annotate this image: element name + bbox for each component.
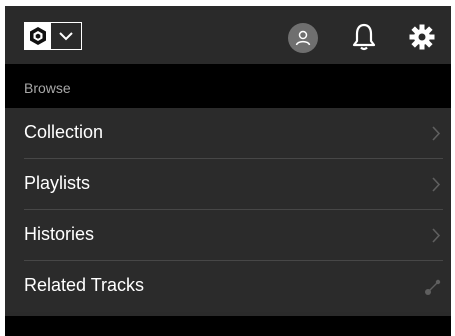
brand-logo-icon	[25, 23, 51, 49]
browse-item-collection[interactable]: Collection	[5, 108, 451, 159]
list-item-label: Histories	[24, 224, 95, 244]
browse-list: Collection Playlists Histories Related T…	[5, 108, 451, 312]
top-bar	[5, 6, 451, 64]
user-avatar-icon[interactable]	[288, 23, 318, 53]
related-link-icon	[425, 279, 441, 295]
browse-item-histories[interactable]: Histories	[5, 210, 451, 261]
list-item-label: Playlists	[24, 173, 91, 193]
gear-icon[interactable]	[409, 24, 435, 50]
chevron-down-icon	[51, 23, 81, 49]
app-frame: Browse Collection Playlists Histories Re…	[5, 6, 451, 336]
app-switcher-button[interactable]	[24, 22, 82, 50]
chevron-right-icon	[432, 126, 441, 141]
section-title: Browse	[24, 80, 71, 96]
list-item-label: Collection	[24, 122, 104, 142]
bell-icon[interactable]	[350, 22, 378, 52]
browse-item-related-tracks[interactable]: Related Tracks	[5, 261, 451, 312]
browse-section-header: Browse	[5, 64, 451, 108]
chevron-right-icon	[432, 228, 441, 243]
bottom-bar	[5, 316, 451, 336]
chevron-right-icon	[432, 177, 441, 192]
list-item-label: Related Tracks	[24, 275, 145, 295]
browse-item-playlists[interactable]: Playlists	[5, 159, 451, 210]
